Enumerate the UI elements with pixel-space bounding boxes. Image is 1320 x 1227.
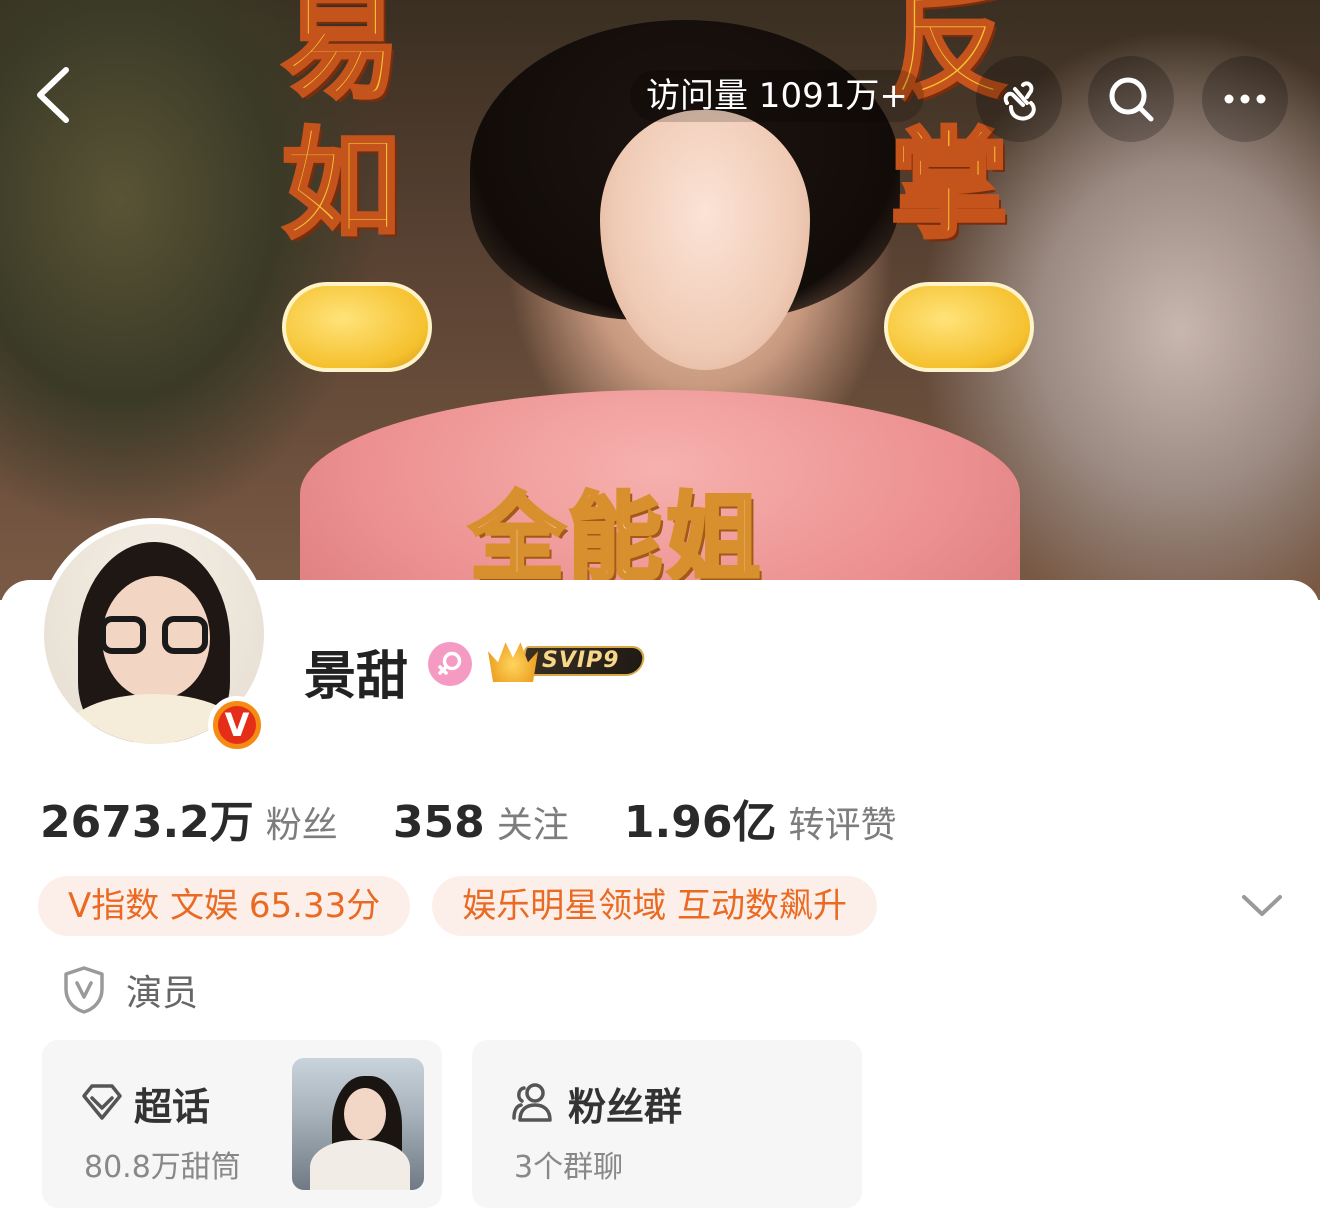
like-button[interactable] (976, 56, 1062, 142)
v-index-tag[interactable]: V指数 文娱 65.33分 (38, 876, 411, 936)
username: 景甜 (304, 647, 409, 707)
chaohua-title: 超话 (134, 1085, 211, 1129)
verified-badge-icon: V (208, 696, 266, 754)
finger-heart-icon (1003, 81, 1036, 121)
more-button[interactable] (1202, 56, 1288, 142)
occupation-row: 演员 (62, 964, 198, 1016)
visit-count: 访问量 1091万+ (630, 70, 924, 122)
following-stat[interactable]: 358 关注 (393, 796, 569, 848)
profile-tags: V指数 文娱 65.33分 娱乐明星领域 互动数飙升 (38, 876, 899, 936)
fist-emoji-icon (884, 282, 1034, 372)
top-navigation-bar: 访问量 1091万+ (0, 40, 1320, 150)
interactions-stat[interactable]: 1.96亿 转评赞 (624, 786, 897, 850)
more-icon (1224, 94, 1266, 104)
trending-domain-tag[interactable]: 娱乐明星领域 互动数飙升 (432, 876, 878, 936)
diamond-icon (82, 1084, 122, 1120)
occupation-label: 演员 (126, 973, 199, 1014)
fist-emoji-icon (282, 282, 432, 372)
chaohua-card[interactable]: 超话 80.8万甜筒 (42, 1040, 442, 1208)
fan-group-subtitle: 3个群聊 (514, 1150, 624, 1185)
group-users-icon (512, 1083, 552, 1122)
cover-slogan: 全能姐 (468, 482, 765, 595)
svip-label: SVIP9 (542, 648, 620, 673)
chaohua-subtitle: 80.8万甜筒 (84, 1150, 241, 1185)
fan-group-title: 粉丝群 (568, 1085, 683, 1129)
back-button[interactable] (26, 64, 86, 126)
followers-stat[interactable]: 2673.2万 粉丝 (40, 786, 338, 850)
crown-icon (488, 642, 538, 682)
shield-icon (64, 966, 104, 1014)
search-button[interactable] (1088, 56, 1174, 142)
female-gender-icon (428, 642, 472, 686)
fan-group-card[interactable]: 粉丝群 3个群聊 (472, 1040, 862, 1208)
back-arrow-icon (37, 67, 69, 123)
chaohua-thumbnail (292, 1058, 424, 1190)
svip-badge[interactable]: SVIP9 (486, 636, 648, 684)
search-icon (1109, 77, 1154, 122)
chevron-down-icon[interactable] (1238, 888, 1286, 922)
profile-stats: 2673.2万 粉丝 358 关注 1.96亿 转评赞 (40, 786, 946, 848)
